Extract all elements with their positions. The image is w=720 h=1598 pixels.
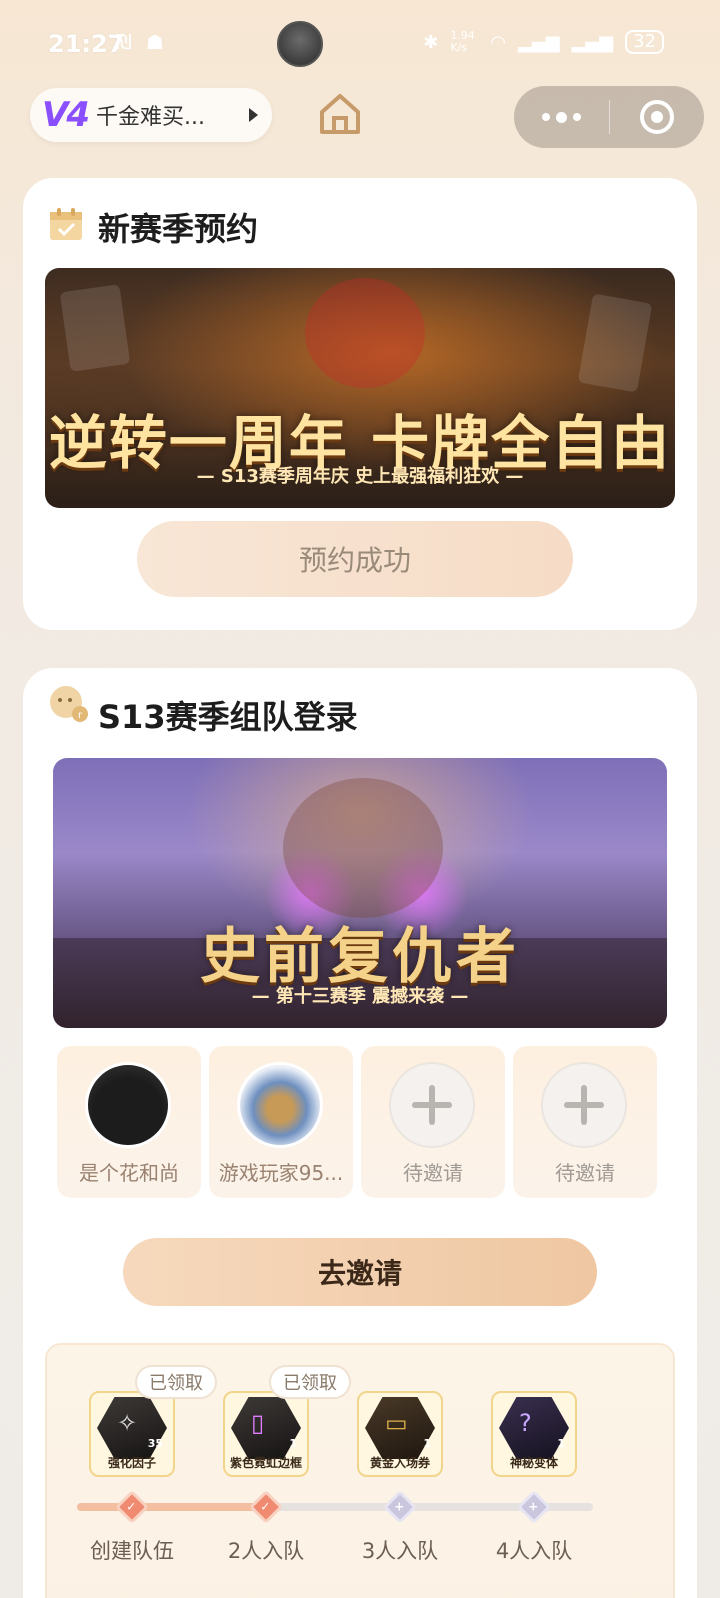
season13-banner[interactable]: 史前复仇者 — 第十三赛季 震撼来袭 — (53, 758, 667, 1028)
team-slot-3[interactable]: 待邀请 (361, 1046, 505, 1198)
gold-ticket-icon: ▭ (385, 1409, 408, 1437)
status-notification-icons: ₪ ☗ (116, 30, 168, 54)
close-icon[interactable] (610, 100, 705, 134)
pending-label: 待邀请 (403, 1161, 463, 1185)
reward-count: 1 (423, 1437, 431, 1450)
app-avatar-icon (277, 21, 323, 67)
network-speed: 1.94 K/s (450, 29, 475, 54)
enhance-factor-icon: ✧ (117, 1409, 138, 1437)
home-button[interactable] (316, 90, 364, 138)
team-slot-2[interactable]: 游戏玩家95... (209, 1046, 353, 1198)
signal-icon: ▂▄▆ (518, 31, 560, 53)
diamond-icon: + (383, 1490, 417, 1524)
team-login-card: r S13赛季组队登录 史前复仇者 — 第十三赛季 震撼来袭 — 是个花和尚 游… (23, 668, 697, 1598)
team-slot-4[interactable]: 待邀请 (513, 1046, 657, 1198)
claimed-badge: 已领取 (135, 1365, 217, 1399)
status-right-icons: ✱ 1.94 K/s ◠ ▂▄▆ ▂▄▆ 32 (423, 30, 664, 54)
invite-button[interactable]: 去邀请 (123, 1238, 597, 1306)
stage-label: 创建队伍 (90, 1539, 174, 1563)
member-name: 是个花和尚 (79, 1161, 179, 1185)
level-name: 千金难买... (95, 105, 205, 130)
calendar-check-icon (50, 208, 82, 240)
level-badge: V4 (42, 95, 90, 135)
reward-item[interactable]: ? 1 神秘变体 (491, 1391, 577, 1477)
season-reservation-card: 新赛季预约 逆转一周年 卡牌全自由 — S13赛季周年庆 史上最强福利狂欢 — … (23, 178, 697, 630)
banner-subtitle: — 第十三赛季 震撼来袭 — (251, 986, 469, 1007)
reward-item[interactable]: ✧ 35 强化因子 (89, 1391, 175, 1477)
diamond-icon: + (517, 1490, 551, 1524)
card-title: 新赛季预约 (98, 210, 259, 248)
anniversary-banner[interactable]: 逆转一周年 卡牌全自由 — S13赛季周年庆 史上最强福利狂欢 — (45, 268, 675, 508)
reward-item[interactable]: ▯ 1 紫色霓虹边框 (223, 1391, 309, 1477)
progress-fill (77, 1503, 265, 1511)
home-icon (320, 94, 360, 134)
stage-label: 2人入队 (227, 1539, 305, 1563)
plus-icon (412, 1085, 452, 1125)
reward-item[interactable]: ▭ 1 黄金入场券 (357, 1391, 443, 1477)
reward-panel: ✧ 35 强化因子 已领取 ▯ 1 紫色霓虹边框 已领取 ▭ 1 黄金入场券 ?… (45, 1343, 675, 1598)
stage-label: 4人入队 (495, 1539, 573, 1563)
status-bar: 21:27 ₪ ☗ ✱ 1.94 K/s ◠ ▂▄▆ ▂▄▆ 32 (0, 0, 720, 86)
more-icon[interactable] (514, 111, 609, 123)
stage-label: 3人入队 (361, 1539, 439, 1563)
mystery-variant-icon: ? (519, 1409, 532, 1437)
wifi-icon: ◠ (490, 31, 507, 53)
card-title: S13赛季组队登录 (98, 698, 358, 736)
reward-name: 黄金入场券 (369, 1456, 430, 1470)
signal-icon-2: ▂▄▆ (571, 31, 614, 53)
check-icon: ✓ (249, 1490, 283, 1524)
reward-count: 1 (289, 1437, 297, 1450)
team-icon: r (50, 686, 88, 722)
banner-subtitle: — S13赛季周年庆 史上最强福利狂欢 — (196, 466, 524, 487)
avatar (85, 1062, 171, 1148)
bluetooth-icon: ✱ (423, 31, 439, 53)
top-nav: V4 千金难买... (0, 86, 720, 158)
team-slots: 是个花和尚 游戏玩家95... 待邀请 待邀请 (57, 1046, 665, 1198)
level-pill[interactable]: V4 千金难买... (30, 88, 272, 142)
avatar (237, 1062, 323, 1148)
reward-name: 强化因子 (107, 1456, 156, 1470)
battery-icon: 32 (625, 30, 664, 54)
reward-count: 35 (147, 1437, 163, 1450)
reward-name: 神秘变体 (509, 1456, 558, 1470)
chevron-right-icon (249, 108, 258, 122)
reward-name: 紫色霓虹边框 (229, 1456, 302, 1470)
claimed-badge: 已领取 (269, 1365, 351, 1399)
team-slot-1[interactable]: 是个花和尚 (57, 1046, 201, 1198)
neon-frame-icon: ▯ (251, 1409, 265, 1437)
pending-label: 待邀请 (555, 1161, 615, 1185)
status-time: 21:27 (48, 30, 125, 58)
add-member-button[interactable] (541, 1062, 627, 1148)
mini-program-capsule (514, 86, 704, 148)
check-icon: ✓ (115, 1490, 149, 1524)
reserved-button[interactable]: 预约成功 (137, 521, 573, 597)
reward-count: 1 (557, 1437, 565, 1450)
add-member-button[interactable] (389, 1062, 475, 1148)
plus-icon (564, 1085, 604, 1125)
member-name: 游戏玩家95... (218, 1161, 344, 1185)
